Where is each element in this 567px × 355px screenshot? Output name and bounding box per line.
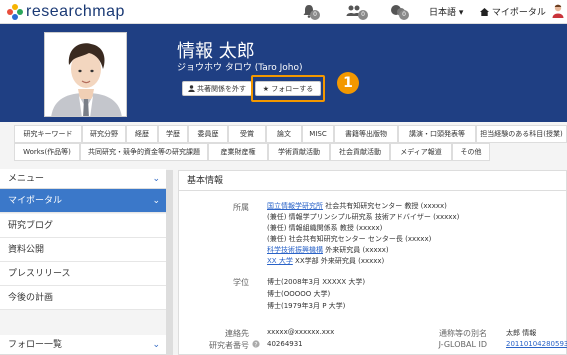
- affiliation-line: XX 大学 XX学部 外来研究員 (xxxxx): [267, 257, 385, 265]
- affiliation-line: (兼任) 情報組織関係系 教授 (xxxxx): [267, 224, 383, 232]
- tab-courses[interactable]: 担当経験のある科目(授業): [476, 125, 567, 143]
- profile-banner: 情報 太郎 ジョウホウ タロウ (Taro Joho) 共著関係を外す ★ フォ…: [0, 24, 567, 122]
- tab-research-projects[interactable]: 共同研究・競争的資金等の研究課題: [80, 143, 208, 161]
- tab-keywords[interactable]: 研究キーワード: [14, 125, 82, 143]
- researcher-name-kana: ジョウホウ タロウ (Taro Joho): [177, 63, 303, 73]
- logo[interactable]: researchmap: [7, 3, 125, 21]
- affiliation-line: 科学技術振興機構 外来研究員 (xxxxx): [267, 246, 389, 254]
- step-callout: 1: [337, 72, 359, 94]
- section-title: 基本情報: [179, 171, 567, 191]
- follow-button[interactable]: ★ フォローする: [255, 81, 321, 96]
- sidebar-item-materials[interactable]: 資料公開: [0, 238, 166, 262]
- top-bar: researchmap 0 0 0 日本語 ▾ マイポータル: [0, 0, 567, 24]
- researcher-no-label: 研究者番号: [209, 341, 249, 350]
- sidebar-item-label: 今後の計画: [8, 293, 54, 303]
- affiliation-link[interactable]: 国立情報学研究所: [267, 202, 323, 210]
- tab-awards[interactable]: 受賞: [228, 125, 266, 143]
- affiliation-link[interactable]: XX 大学: [267, 257, 293, 265]
- logo-text: researchmap: [26, 3, 125, 20]
- language-selector[interactable]: 日本語 ▾: [429, 5, 463, 18]
- sidebar-item-label: マイポータル: [8, 196, 63, 206]
- tab-papers[interactable]: 論文: [266, 125, 302, 143]
- sidebar-scrollbar[interactable]: [166, 170, 173, 355]
- chevron-down-icon: ⌄: [152, 340, 160, 350]
- sidebar-item-plans[interactable]: 今後の計画: [0, 286, 166, 310]
- unshare-button[interactable]: 共著関係を外す: [182, 81, 252, 96]
- tab-patents[interactable]: 産業財産権: [208, 143, 268, 161]
- contact-label: 連絡先: [225, 329, 249, 338]
- home-icon: [480, 8, 489, 16]
- notification-badge: 0: [310, 10, 320, 20]
- menu-header-label: メニュー: [8, 174, 45, 184]
- tab-works[interactable]: Works(作品等): [14, 143, 80, 161]
- affiliation-label: 所属: [233, 203, 249, 212]
- affiliation-line: (兼任) 情報学プリンシプル研究系 技術アドバイザー (xxxxx): [267, 213, 460, 221]
- my-portal-label: マイポータル: [491, 8, 546, 18]
- tab-misc[interactable]: MISC: [302, 125, 334, 143]
- basic-info-panel: 基本情報 所属 国立情報学研究所 社会共有知研究センター 教授 (xxxxx) …: [178, 170, 567, 355]
- tab-other[interactable]: その他: [452, 143, 490, 161]
- person-illustration-icon: [45, 33, 126, 116]
- researcher-no-value: 40264931: [267, 340, 303, 348]
- my-portal-link[interactable]: マイポータル: [480, 5, 546, 18]
- affiliation-line: 国立情報学研究所 社会共有知研究センター 教授 (xxxxx): [267, 202, 447, 210]
- tab-presentations[interactable]: 講演・口頭発表等: [398, 125, 476, 143]
- tab-career[interactable]: 経歴: [126, 125, 158, 143]
- profile-photo: [44, 32, 127, 117]
- logo-mark-icon: [7, 4, 23, 20]
- tab-media[interactable]: メディア報道: [390, 143, 452, 161]
- tab-committee[interactable]: 委員歴: [188, 125, 228, 143]
- tab-social-contributions[interactable]: 社会貢献活動: [330, 143, 390, 161]
- sidebar-item-my-portal[interactable]: マイポータル ⌄: [0, 189, 166, 213]
- degree-item: 博士(1979年3月 P 大学): [267, 302, 346, 310]
- affiliation-link[interactable]: 科学技術振興機構: [267, 246, 323, 254]
- tab-education[interactable]: 学歴: [158, 125, 188, 143]
- unshare-button-label: 共著関係を外す: [197, 84, 246, 93]
- jglobal-link[interactable]: 201101042805931: [506, 340, 567, 348]
- alias-label: 通称等の別名: [439, 329, 487, 338]
- chevron-down-icon: ⌄: [152, 174, 160, 184]
- degree-item: 博士(OOOOO 大学): [267, 290, 331, 298]
- svg-text:?: ?: [254, 341, 257, 348]
- jglobal-label: J-GLOBAL ID: [438, 340, 487, 349]
- section-tabs: 研究キーワード 研究分野 経歴 学歴 委員歴 受賞 論文 MISC 書籍等出版物…: [0, 122, 567, 161]
- sidebar-item-label: プレスリリース: [8, 269, 71, 279]
- sidebar-item-label: 資料公開: [8, 245, 45, 255]
- tab-books[interactable]: 書籍等出版物: [334, 125, 398, 143]
- help-icon[interactable]: ?: [252, 340, 260, 348]
- contact-value: xxxxx@xxxxxx.xxx: [267, 328, 335, 336]
- follow-list-header[interactable]: フォロー一覧 ⌄: [0, 335, 166, 355]
- sidebar-item-press[interactable]: プレスリリース: [0, 262, 166, 286]
- follow-list-label: フォロー一覧: [8, 340, 63, 350]
- message-badge: 0: [399, 10, 409, 20]
- tab-academic-contributions[interactable]: 学術貢献活動: [268, 143, 330, 161]
- degree-label: 学位: [233, 278, 249, 287]
- alias-value: 太郎 情報: [506, 329, 537, 337]
- menu-header[interactable]: メニュー ⌄: [0, 169, 166, 189]
- chevron-down-icon: ⌄: [152, 196, 160, 206]
- sidebar-item-blog[interactable]: 研究ブログ: [0, 214, 166, 238]
- follow-button-label: ★ フォローする: [262, 84, 314, 93]
- degree-item: 博士(2008年3月 XXXXX 大学): [267, 278, 366, 286]
- person-icon: [188, 85, 195, 92]
- follower-badge: 0: [358, 10, 368, 20]
- tab-fields[interactable]: 研究分野: [82, 125, 126, 143]
- user-avatar-icon[interactable]: [552, 4, 564, 18]
- sidebar-item-label: 研究ブログ: [8, 221, 54, 231]
- affiliation-line: (兼任) 社会共有知研究センター センター長 (xxxxx): [267, 235, 432, 243]
